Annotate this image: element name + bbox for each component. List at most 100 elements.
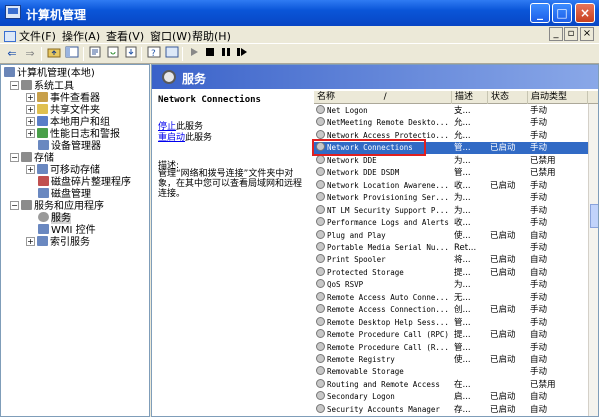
- table-row[interactable]: Network Provisioning Ser... 为... 手动: [314, 192, 598, 204]
- menu-view[interactable]: 查看(V): [106, 28, 144, 44]
- mdi-minimize-button[interactable]: _: [549, 27, 563, 41]
- table-row[interactable]: Remote Access Auto Conne... 无... 手动: [314, 291, 598, 304]
- table-row[interactable]: Performance Logs and Alerts 收... 手动: [314, 217, 598, 229]
- table-row[interactable]: Remote Registry 使... 已启动 自动: [314, 354, 598, 366]
- gear-icon: [316, 329, 325, 339]
- tree-item-indexing-service[interactable]: + 索引服务: [26, 236, 90, 248]
- table-row[interactable]: Secondary Logon 启... 已启动 自动: [314, 391, 598, 403]
- minimize-button[interactable]: _: [530, 3, 550, 23]
- service-description-cell: 创...: [454, 305, 471, 316]
- tree-item-performance-logs[interactable]: + 性能日志和警报: [26, 128, 120, 140]
- tree-item-computer-management[interactable]: 计算机管理(本地): [4, 67, 95, 79]
- stop-service-icon[interactable]: [202, 46, 218, 61]
- table-row[interactable]: Security Accounts Manager 存... 已启动 自动: [314, 403, 598, 416]
- tree-item-disk-management[interactable]: 磁盘管理: [38, 188, 91, 200]
- gear-icon: [316, 229, 325, 239]
- table-row[interactable]: Protected Storage 提... 已启动 自动: [314, 266, 598, 279]
- column-header-startup-type[interactable]: 启动类型: [528, 91, 588, 104]
- menu-help[interactable]: 帮助(H): [192, 28, 231, 44]
- back-button[interactable]: ⇐: [4, 46, 20, 61]
- service-description-cell: 启...: [454, 392, 471, 403]
- collapse-toggle[interactable]: −: [10, 201, 19, 210]
- tree-item-shared-folders[interactable]: + 共享文件夹: [26, 104, 100, 116]
- service-description-cell: 允...: [454, 130, 471, 141]
- table-row[interactable]: Remote Desktop Help Sess... 管... 手动: [314, 316, 598, 329]
- service-description-cell: 收...: [454, 218, 471, 229]
- refresh-icon[interactable]: [105, 46, 121, 61]
- up-folder-icon[interactable]: [46, 46, 62, 61]
- column-header-status[interactable]: 状态: [488, 91, 528, 104]
- forward-button[interactable]: ⇒: [22, 46, 38, 61]
- table-row[interactable]: Removable Storage 手动: [314, 366, 598, 378]
- pane-title: 服务: [182, 72, 207, 86]
- expand-toggle[interactable]: +: [26, 105, 35, 114]
- table-row[interactable]: Remote Procedure Call (R... 管... 手动: [314, 341, 598, 354]
- scrollbar-thumb[interactable]: [590, 204, 598, 228]
- table-row[interactable]: QoS RSVP 为... 手动: [314, 279, 598, 291]
- table-row[interactable]: Plug and Play 使... 已启动 自动: [314, 229, 598, 242]
- column-header-name[interactable]: 名称 /: [314, 91, 452, 104]
- service-description-cell: 为...: [454, 155, 471, 166]
- table-row[interactable]: Print Spooler 将... 已启动 自动: [314, 254, 598, 266]
- service-description-cell: 管...: [454, 168, 471, 179]
- console-icon[interactable]: [164, 46, 180, 61]
- service-startup-cell: 手动: [530, 242, 548, 253]
- mdi-close-button[interactable]: ×: [580, 27, 594, 41]
- tree-item-storage[interactable]: − 存储: [10, 152, 54, 164]
- mdi-restore-button[interactable]: ▫: [564, 27, 578, 41]
- table-row[interactable]: NT LM Security Support P... 为... 手动: [314, 204, 598, 217]
- service-description-cell: 为...: [454, 193, 471, 204]
- service-description-cell: 将...: [454, 255, 471, 266]
- tree-item-services[interactable]: 服务: [38, 212, 71, 224]
- service-name-cell: Removable Storage: [314, 366, 452, 378]
- collapse-toggle[interactable]: −: [10, 153, 19, 162]
- menu-window[interactable]: 窗口(W): [150, 28, 191, 44]
- maximize-button[interactable]: □: [552, 3, 572, 23]
- tree-item-system-tools[interactable]: − 系统工具: [10, 80, 74, 92]
- close-button[interactable]: ×: [575, 3, 595, 23]
- service-name-cell: Remote Procedure Call (RPC): [314, 329, 452, 341]
- menu-action[interactable]: 操作(A): [62, 28, 100, 44]
- table-row[interactable]: Remote Access Connection... 创... 已启动 手动: [314, 304, 598, 316]
- device-manager-icon: [38, 140, 49, 150]
- help-icon[interactable]: ?: [146, 46, 162, 61]
- collapse-toggle[interactable]: −: [10, 81, 19, 90]
- vertical-scrollbar[interactable]: [588, 104, 598, 416]
- service-name-cell: Plug and Play: [314, 229, 452, 242]
- table-row[interactable]: Routing and Remote Access 在... 已禁用: [314, 378, 598, 391]
- tree-item-removable-storage[interactable]: + 可移动存储: [26, 164, 100, 176]
- tree-item-device-manager[interactable]: 设备管理器: [38, 140, 101, 152]
- tree-item-event-viewer[interactable]: + 事件查看器: [26, 92, 100, 104]
- table-row[interactable]: Network DDE 为... 已禁用: [314, 154, 598, 167]
- service-status-cell: 已启动: [490, 404, 516, 415]
- pause-service-icon[interactable]: [218, 46, 234, 61]
- expand-toggle[interactable]: +: [26, 237, 35, 246]
- table-row[interactable]: Portable Media Serial Nu... Ret... 手动: [314, 241, 598, 254]
- column-header-description[interactable]: 描述: [452, 91, 488, 104]
- table-row[interactable]: NetMeeting Remote Deskto... 允... 手动: [314, 117, 598, 129]
- menu-file[interactable]: 文件(F): [4, 28, 56, 44]
- expand-toggle[interactable]: +: [26, 117, 35, 126]
- tree-item-disk-defrag[interactable]: 磁盘碎片整理程序: [38, 176, 131, 188]
- table-row[interactable]: Remote Procedure Call (RPC) 提... 已启动 自动: [314, 329, 598, 341]
- export-list-icon[interactable]: [123, 46, 139, 61]
- table-row[interactable]: Net Logon 支... 手动: [314, 105, 598, 117]
- restart-service-icon[interactable]: [234, 46, 250, 61]
- restart-service-link[interactable]: 重启动: [158, 133, 185, 143]
- table-row[interactable]: Network DDE DSDM 管... 已禁用: [314, 167, 598, 179]
- start-service-icon[interactable]: [186, 46, 202, 61]
- properties-icon[interactable]: [87, 46, 103, 61]
- disk-icon: [38, 188, 49, 198]
- expand-toggle[interactable]: +: [26, 165, 35, 174]
- tree-item-wmi-control[interactable]: WMI 控件: [38, 224, 96, 236]
- removable-storage-icon: [37, 164, 48, 174]
- show-hide-tree-icon[interactable]: [64, 46, 80, 61]
- expand-toggle[interactable]: +: [26, 129, 35, 138]
- service-description-cell: 使...: [454, 230, 471, 241]
- service-startup-cell: 手动: [530, 367, 548, 378]
- expand-toggle[interactable]: +: [26, 93, 35, 102]
- table-row[interactable]: Network Location Awarene... 收... 已启动 手动: [314, 179, 598, 192]
- tree-item-services-applications[interactable]: − 服务和应用程序: [10, 200, 104, 212]
- service-status-cell: 已启动: [490, 355, 516, 365]
- tree-item-local-users[interactable]: + 本地用户和组: [26, 116, 110, 128]
